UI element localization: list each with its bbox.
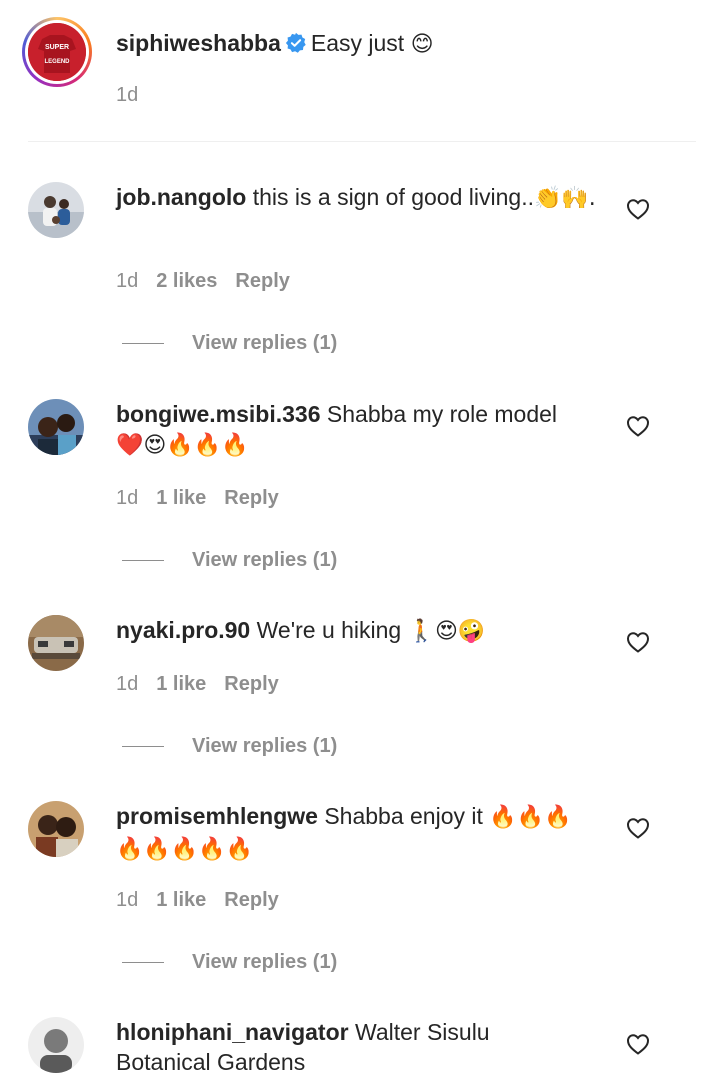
comment-meta: 1d 2 likes Reply (116, 270, 308, 293)
avatar[interactable] (28, 801, 84, 857)
comment-text-line: hloniphani_navigator Walter Sisulu Botan… (116, 1017, 536, 1077)
avatar[interactable] (28, 615, 84, 671)
view-replies-line (122, 746, 164, 747)
comment-username[interactable]: job.nangolo (116, 184, 246, 210)
comment-text-line: promisemhlengwe Shabba enjoy it 🔥🔥🔥🔥🔥🔥🔥🔥 (116, 801, 596, 865)
heart-outline-icon[interactable] (626, 817, 650, 839)
post-caption: SUPER LEGEND siphiweshabba Easy just 😊 1d (0, 0, 720, 142)
comment-text-line: nyaki.pro.90 We're u hiking 🚶😍🤪 (116, 615, 596, 647)
comment-meta: 1d 1 like Reply (116, 487, 297, 510)
avatar[interactable] (28, 182, 84, 238)
verified-badge-icon (285, 31, 307, 61)
comment-username[interactable]: nyaki.pro.90 (116, 617, 250, 643)
view-replies-label: View replies (1) (192, 735, 338, 757)
comment-likes[interactable]: 1 like (156, 487, 206, 509)
heart-outline-icon[interactable] (626, 631, 650, 653)
view-replies-button[interactable]: View replies (1) (122, 951, 337, 974)
reply-button[interactable]: Reply (224, 673, 278, 695)
comment-emoji: 👏🙌. (533, 186, 596, 211)
comment-timestamp: 1d (116, 889, 139, 911)
comment-likes[interactable]: 2 likes (156, 270, 217, 292)
svg-text:LEGEND: LEGEND (44, 59, 70, 65)
comment-timestamp: 1d (116, 270, 139, 292)
view-replies-button[interactable]: View replies (1) (122, 332, 337, 355)
comment-likes[interactable]: 1 like (156, 889, 206, 911)
comment-text: this is a sign of good living.. (252, 184, 534, 210)
heart-outline-icon[interactable] (626, 1033, 650, 1055)
view-replies-line (122, 343, 164, 344)
view-replies-button[interactable]: View replies (1) (122, 735, 337, 758)
avatar[interactable] (28, 1017, 84, 1073)
svg-text:SUPER: SUPER (45, 44, 69, 51)
caption-timestamp: 1d (116, 84, 139, 106)
avatar[interactable] (28, 399, 84, 455)
view-replies-label: View replies (1) (192, 332, 338, 354)
comment-text-line: job.nangolo this is a sign of good livin… (116, 182, 596, 214)
caption-username[interactable]: siphiweshabba (116, 30, 281, 56)
view-replies-line (122, 560, 164, 561)
comment-likes[interactable]: 1 like (156, 673, 206, 695)
caption-avatar[interactable]: SUPER LEGEND (22, 17, 92, 87)
heart-outline-icon[interactable] (626, 415, 650, 437)
comment-username[interactable]: bongiwe.msibi.336 (116, 401, 321, 427)
view-replies-button[interactable]: View replies (1) (122, 549, 337, 572)
view-replies-label: View replies (1) (192, 549, 338, 571)
caption-text-line: siphiweshabba Easy just 😊 (116, 28, 434, 61)
comment-emoji: 🚶😍🤪 (407, 619, 486, 644)
comment-username[interactable]: promisemhlengwe (116, 803, 318, 829)
comment-timestamp: 1d (116, 673, 139, 695)
comment-emoji: ❤️😍🔥🔥🔥 (116, 433, 249, 458)
comment-meta: 1d 1 like Reply (116, 889, 297, 912)
caption-divider (28, 141, 696, 142)
heart-outline-icon[interactable] (626, 198, 650, 220)
comment-text-line: bongiwe.msibi.336 Shabba my role model ❤️… (116, 399, 596, 461)
comment-username[interactable]: hloniphani_navigator (116, 1019, 349, 1045)
comment-text: We're u hiking (256, 617, 402, 643)
view-replies-line (122, 962, 164, 963)
comment-meta: 1d 1 like Reply (116, 673, 297, 696)
comment-text: Shabba enjoy it (324, 803, 483, 829)
caption-emoji: 😊 (410, 32, 434, 57)
comment-timestamp: 1d (116, 487, 139, 509)
reply-button[interactable]: Reply (224, 487, 278, 509)
caption-text: Easy just (310, 30, 405, 56)
reply-button[interactable]: Reply (224, 889, 278, 911)
reply-button[interactable]: Reply (235, 270, 289, 292)
view-replies-label: View replies (1) (192, 951, 338, 973)
comment-text: Shabba my role model (326, 401, 558, 427)
